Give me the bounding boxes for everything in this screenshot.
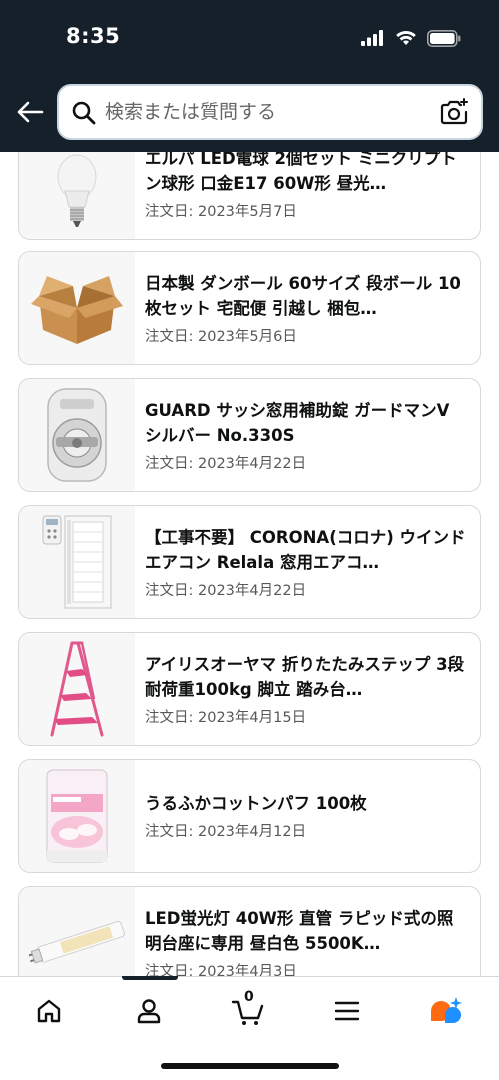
order-item-card[interactable]: GUARD サッシ窓用補助錠 ガードマンV シルバー No.330S 注文日: … [18, 378, 481, 492]
rufus-ai-icon [431, 997, 462, 1023]
order-item-info: 日本製 ダンボール 60サイズ 段ボール 10枚セット 宅配便 引越し 梱包… … [145, 252, 468, 364]
product-title: うるふかコットンパフ 100枚 [145, 794, 367, 813]
status-time: 8:35 [66, 24, 121, 48]
order-item-info: GUARD サッシ窓用補助錠 ガードマンV シルバー No.330S 注文日: … [145, 379, 468, 491]
nav-account[interactable] [124, 991, 174, 1031]
order-date: 注文日: 2023年4月22日 [145, 582, 307, 599]
camera-search-icon[interactable] [439, 97, 469, 127]
product-thumbnail [19, 633, 135, 745]
menu-icon [334, 1001, 360, 1021]
cotton-puff-image [46, 769, 108, 863]
order-item-card[interactable]: エルパ LED電球 2個セット ミニクリプトン球形 口金E17 60W形 昼光…… [18, 152, 481, 240]
search-icon [72, 101, 96, 125]
nav-menu[interactable] [322, 991, 372, 1031]
bottom-navigation: 0 [0, 976, 499, 1080]
home-icon [37, 999, 61, 1023]
order-history-list: エルパ LED電球 2個セット ミニクリプトン球形 口金E17 60W形 昼光…… [0, 152, 499, 976]
product-title: 【工事不要】 CORONA(コロナ) ウインドエアコン Relala 窓用エアコ… [145, 527, 466, 572]
order-date: 注文日: 2023年5月7日 [145, 203, 297, 220]
status-bar: 8:35 [0, 0, 499, 72]
battery-icon [427, 29, 461, 47]
window-lock-image [47, 388, 107, 482]
signal-icon [361, 30, 383, 46]
search-row [0, 82, 499, 142]
order-item-info: LED蛍光灯 40W形 直管 ラピッド式の照明台座に専用 昼白色 5500K… … [145, 887, 468, 977]
back-arrow-icon [17, 101, 44, 123]
search-input[interactable] [105, 97, 425, 127]
active-tab-indicator [122, 976, 178, 980]
product-title: GUARD サッシ窓用補助錠 ガードマンV シルバー No.330S [145, 400, 450, 445]
order-date: 注文日: 2023年4月12日 [145, 824, 307, 840]
product-title: 日本製 ダンボール 60サイズ 段ボール 10枚セット 宅配便 引越し 梱包… [145, 273, 461, 318]
order-item-card[interactable]: 【工事不要】 CORONA(コロナ) ウインドエアコン Relala 窓用エアコ… [18, 505, 481, 619]
order-date: 注文日: 2023年5月6日 [145, 328, 297, 345]
order-item-info: アイリスオーヤマ 折りたたみステップ 3段 耐荷重100kg 脚立 踏み台… 注… [145, 633, 468, 745]
wifi-icon [396, 30, 416, 45]
product-title: エルパ LED電球 2個セット ミニクリプトン球形 口金E17 60W形 昼光… [145, 152, 457, 193]
led-tube-image [29, 920, 125, 964]
home-indicator[interactable] [161, 1063, 339, 1069]
product-thumbnail [19, 506, 135, 618]
window-air-conditioner-image [42, 515, 112, 609]
cart-count-badge: 0 [244, 989, 254, 1005]
order-item-info: エルパ LED電球 2個セット ミニクリプトン球形 口金E17 60W形 昼光…… [145, 152, 468, 239]
nav-rufus-ai[interactable] [420, 991, 470, 1031]
order-date: 注文日: 2023年4月22日 [145, 455, 307, 472]
product-thumbnail [19, 152, 135, 239]
order-date: 注文日: 2023年4月15日 [145, 709, 307, 726]
product-thumbnail [19, 379, 135, 491]
order-item-card[interactable]: アイリスオーヤマ 折りたたみステップ 3段 耐荷重100kg 脚立 踏み台… 注… [18, 632, 481, 746]
nav-home[interactable] [24, 991, 74, 1031]
nav-cart[interactable]: 0 [224, 989, 274, 1031]
status-icons [361, 27, 461, 49]
product-title: アイリスオーヤマ 折りたたみステップ 3段 耐荷重100kg 脚立 踏み台… [145, 654, 465, 699]
back-button[interactable] [12, 94, 48, 130]
step-ladder-image [50, 641, 104, 737]
led-bulb-image [57, 154, 97, 227]
order-item-info: 【工事不要】 CORONA(コロナ) ウインドエアコン Relala 窓用エアコ… [145, 506, 468, 618]
product-thumbnail [19, 887, 135, 976]
order-item-card[interactable]: うるふかコットンパフ 100枚 注文日: 2023年4月12日 [18, 759, 481, 873]
search-bar[interactable] [57, 84, 483, 140]
product-title: LED蛍光灯 40W形 直管 ラピッド式の照明台座に専用 昼白色 5500K… [145, 908, 454, 953]
product-thumbnail [19, 760, 135, 872]
cardboard-box-image [31, 276, 123, 344]
product-thumbnail [19, 252, 135, 364]
order-item-info: うるふかコットンパフ 100枚 注文日: 2023年4月12日 [145, 760, 468, 872]
order-item-card[interactable]: 日本製 ダンボール 60サイズ 段ボール 10枚セット 宅配便 引越し 梱包… … [18, 251, 481, 365]
order-item-card[interactable]: LED蛍光灯 40W形 直管 ラピッド式の照明台座に専用 昼白色 5500K… … [18, 886, 481, 976]
account-icon [137, 999, 161, 1024]
order-date: 注文日: 2023年4月3日 [145, 963, 297, 977]
app-header: 8:35 [0, 0, 499, 152]
